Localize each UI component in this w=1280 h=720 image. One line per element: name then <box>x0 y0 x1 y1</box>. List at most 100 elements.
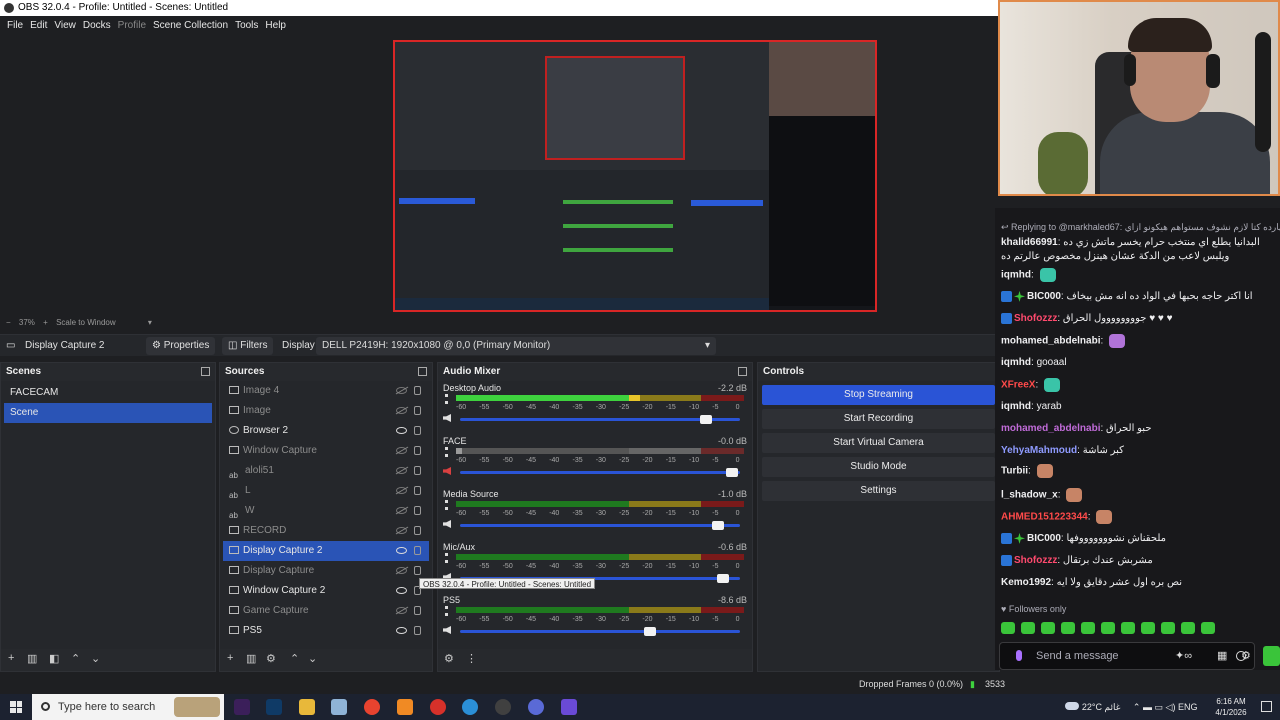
chat-button[interactable] <box>1263 646 1280 666</box>
premiere-icon[interactable] <box>234 699 250 715</box>
photoshop-icon[interactable] <box>266 699 282 715</box>
chat-username[interactable]: BIC000 <box>1027 533 1061 544</box>
eye-off-icon[interactable] <box>396 447 407 454</box>
chat-emote[interactable] <box>1109 334 1126 348</box>
display-select[interactable]: DELL P2419H: 1920x1080 @ 0,0 (Primary Mo… <box>316 337 716 355</box>
chat-username[interactable]: iqmhd <box>1001 270 1031 281</box>
chat-username[interactable]: mohamed_abdelnabi <box>1001 423 1100 434</box>
volume-knob[interactable] <box>725 468 738 477</box>
menu-dots-icon[interactable]: ⋮ <box>466 652 477 665</box>
float-icon[interactable] <box>418 367 427 376</box>
gear-icon[interactable]: ⚙ <box>266 652 276 665</box>
zoom-minus-icon[interactable]: − <box>6 318 11 327</box>
app-icon[interactable] <box>331 699 347 715</box>
chat-emote[interactable] <box>1066 488 1083 502</box>
menu-view[interactable]: View <box>54 17 76 35</box>
preview-canvas[interactable] <box>393 40 877 312</box>
emote-row[interactable] <box>1001 622 1221 639</box>
speaker-icon[interactable] <box>443 626 451 634</box>
eye-icon[interactable] <box>396 587 407 594</box>
chat-message[interactable]: BIC000: ملحقناش نشوووووووفها <box>1001 532 1166 546</box>
volume-knob[interactable] <box>711 521 724 530</box>
lock-icon[interactable] <box>414 566 421 575</box>
chevron-down-icon[interactable]: ▾ <box>148 318 152 327</box>
eye-off-icon[interactable] <box>396 567 407 574</box>
speaker-icon[interactable]: ◁) <box>1166 702 1176 712</box>
source-item[interactable]: RECORD <box>223 521 429 541</box>
source-item[interactable]: PS5 <box>223 621 429 641</box>
volume-knob[interactable] <box>717 574 730 583</box>
eye-icon[interactable] <box>396 547 407 554</box>
source-item[interactable]: Window Capture 2 <box>223 581 429 601</box>
source-item[interactable]: ab W <box>223 501 429 521</box>
stop-streaming-button[interactable]: Stop Streaming <box>762 385 995 405</box>
lock-icon[interactable] <box>414 386 421 395</box>
bits-icon[interactable]: ✦∞ <box>1175 649 1192 662</box>
scene-item[interactable]: Scene <box>4 403 212 423</box>
move-down-icon[interactable]: ⌄ <box>91 652 100 665</box>
chat-username[interactable]: l_shadow_x <box>1001 490 1058 501</box>
chat-emote[interactable] <box>1039 268 1056 282</box>
chat-username[interactable]: Turbii <box>1001 466 1028 477</box>
menu-docks[interactable]: Docks <box>83 17 111 35</box>
scene-item[interactable]: FACECAM <box>4 383 212 403</box>
volume-slider[interactable] <box>460 524 740 527</box>
chat-username[interactable]: XFreeX <box>1001 380 1035 391</box>
filters-button[interactable]: ◫ Filters <box>222 337 274 355</box>
speaker-icon[interactable] <box>443 467 451 475</box>
chat-username[interactable]: iqmhd <box>1001 401 1031 412</box>
add-icon[interactable]: + <box>227 652 233 664</box>
start-virtual-camera-button[interactable]: Start Virtual Camera <box>762 433 995 453</box>
scale-mode[interactable]: Scale to Window <box>56 318 116 327</box>
chat-username[interactable]: khalid66991 <box>1001 237 1058 248</box>
source-item[interactable]: Browser 2 <box>223 421 429 441</box>
chat-username[interactable]: BIC000 <box>1027 291 1061 302</box>
chat-message[interactable]: Shofozzz: مشربش عندك برتقال <box>1001 554 1153 568</box>
prime-badge-icon[interactable] <box>1001 290 1012 302</box>
prime-badge-icon[interactable] <box>1001 532 1012 544</box>
eye-off-icon[interactable] <box>396 607 407 614</box>
properties-button[interactable]: ⚙ Properties <box>146 337 216 355</box>
taskbar-search[interactable]: Type here to search <box>32 694 224 720</box>
lock-icon[interactable] <box>414 426 421 435</box>
channel-menu-icon[interactable] <box>445 553 448 563</box>
menu-scene-collection[interactable]: Scene Collection <box>153 17 228 35</box>
prime-badge-icon[interactable] <box>1001 554 1012 566</box>
mic-icon[interactable] <box>1016 650 1022 661</box>
lock-icon[interactable] <box>414 406 421 415</box>
chat-message[interactable]: mohamed_abdelnabi: <box>1001 334 1126 349</box>
chat-message[interactable]: XFreeX: <box>1001 378 1061 393</box>
usb-icon[interactable]: ▬ <box>1143 702 1152 712</box>
chat-message[interactable]: khalid66991: البدانيا يطلع اي منتخب حرام… <box>1001 236 1277 264</box>
speaker-icon[interactable] <box>443 520 451 528</box>
vlc-icon[interactable] <box>397 699 413 715</box>
chat-message[interactable]: BIC000: انا اكتر حاجه بحبها في الواد ده … <box>1001 290 1253 304</box>
chat-message[interactable]: mohamed_abdelnabi: حبو الحراق <box>1001 422 1152 436</box>
obs-icon[interactable] <box>495 699 511 715</box>
volume-knob[interactable] <box>644 627 657 636</box>
source-item[interactable]: Game Capture <box>223 601 429 621</box>
channel-menu-icon[interactable] <box>445 394 448 404</box>
chat-username[interactable]: Shofozzz <box>1014 313 1057 324</box>
volume-knob[interactable] <box>700 415 713 424</box>
chat-message[interactable]: iqmhd: gooaal <box>1001 356 1067 370</box>
app-icon[interactable] <box>561 699 577 715</box>
source-item[interactable]: ab aloli51 <box>223 461 429 481</box>
eye-off-icon[interactable] <box>396 407 407 414</box>
trash-icon[interactable]: ▥ <box>246 652 256 665</box>
chat-message[interactable]: AHMED151223344: <box>1001 510 1113 525</box>
eye-icon[interactable] <box>396 427 407 434</box>
lock-icon[interactable] <box>414 546 421 555</box>
eye-off-icon[interactable] <box>396 387 407 394</box>
menu-tools[interactable]: Tools <box>235 17 258 35</box>
chevron-up-icon[interactable]: ⌃ <box>1133 702 1141 712</box>
lock-icon[interactable] <box>414 486 421 495</box>
lock-icon[interactable] <box>414 506 421 515</box>
trash-icon[interactable]: ▥ <box>27 652 37 665</box>
gear-icon[interactable]: ⚙ <box>1241 649 1251 662</box>
volume-slider[interactable] <box>460 630 740 633</box>
move-up-icon[interactable]: ⌃ <box>71 652 80 665</box>
windows-icon[interactable] <box>10 701 22 713</box>
clock[interactable]: 6:16 AM 4/1/2026 <box>1208 696 1254 718</box>
chat-emote[interactable] <box>1036 464 1053 478</box>
